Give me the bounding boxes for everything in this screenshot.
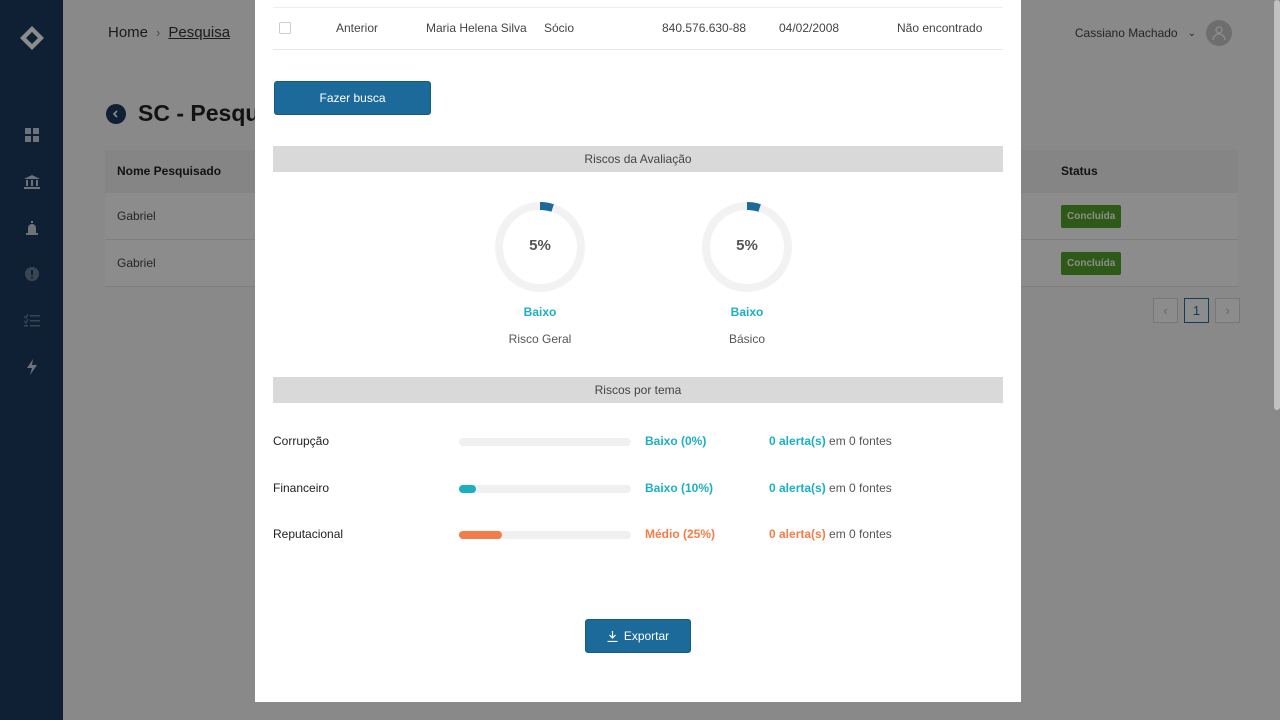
gauge-value: 5% <box>529 237 551 254</box>
theme-row-reputacional: Reputacional Médio (25%) 0 alerta(s) em … <box>273 524 1003 544</box>
export-button[interactable]: Exportar <box>585 619 691 653</box>
gauge-risco-geral: 5% Baixo Risco Geral <box>490 201 590 346</box>
person-row: Anterior Maria Helena Silva Sócio 840.57… <box>273 7 1003 50</box>
alert-count-link[interactable]: 0 alerta(s) <box>769 434 826 448</box>
result-cell: Não encontrado <box>897 21 983 35</box>
gauge-name: Risco Geral <box>508 332 572 346</box>
theme-progress-fill <box>459 485 477 493</box>
themes-section-header: Riscos por tema <box>273 377 1003 403</box>
name-cell: Maria Helena Silva <box>426 21 527 35</box>
alert-sources: em 0 fontes <box>829 434 892 448</box>
theme-level: Médio (25%) <box>645 527 716 541</box>
risk-report-modal: Anterior Maria Helena Silva Sócio 840.57… <box>255 0 1021 702</box>
alert-count-link[interactable]: 0 alerta(s) <box>769 481 826 495</box>
theme-level: Baixo (0%) <box>645 434 707 448</box>
theme-name: Corrupção <box>273 434 330 448</box>
theme-row-financeiro: Financeiro Baixo (10%) 0 alerta(s) em 0 … <box>273 478 1003 498</box>
gauge-basico: 5% Baixo Básico <box>697 201 797 346</box>
theme-progress-track <box>459 485 631 493</box>
gauge-value: 5% <box>736 237 758 254</box>
alert-count-link[interactable]: 0 alerta(s) <box>769 527 826 541</box>
cpf-cell: 840.576.630-88 <box>662 21 747 35</box>
row-checkbox[interactable] <box>279 22 291 34</box>
gauge-level: Baixo <box>730 305 764 319</box>
gauge-name: Básico <box>728 332 766 346</box>
theme-alerts: 0 alerta(s) em 0 fontes <box>769 434 892 448</box>
theme-alerts: 0 alerta(s) em 0 fontes <box>769 481 892 495</box>
role-cell: Sócio <box>544 21 575 35</box>
alert-sources: em 0 fontes <box>829 481 892 495</box>
theme-progress-track <box>459 531 631 539</box>
theme-progress-track <box>459 438 631 446</box>
theme-alerts: 0 alerta(s) em 0 fontes <box>769 527 892 541</box>
download-icon <box>607 630 618 642</box>
page-scrollbar[interactable] <box>1274 0 1280 410</box>
risks-section-header: Riscos da Avaliação <box>273 146 1003 172</box>
alert-sources: em 0 fontes <box>829 527 892 541</box>
theme-row-corrupcao: Corrupção Baixo (0%) 0 alerta(s) em 0 fo… <box>273 431 1003 451</box>
theme-name: Financeiro <box>273 481 330 495</box>
gauge-level: Baixo <box>523 305 557 319</box>
period-cell: Anterior <box>336 21 379 35</box>
theme-progress-fill <box>459 531 502 539</box>
search-button[interactable]: Fazer busca <box>274 81 431 115</box>
theme-name: Reputacional <box>273 527 344 541</box>
theme-level: Baixo (10%) <box>645 481 714 495</box>
date-cell: 04/02/2008 <box>779 21 840 35</box>
export-label: Exportar <box>623 629 670 643</box>
